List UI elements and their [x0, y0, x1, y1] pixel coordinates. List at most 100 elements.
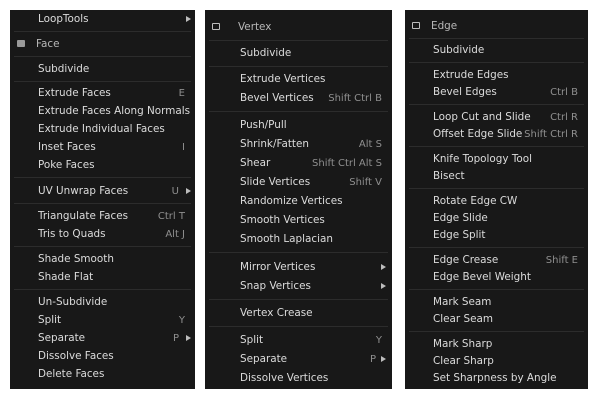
menu-item-label: Triangulate Faces [38, 210, 129, 222]
menu-item-bisect[interactable]: Bisect [405, 167, 588, 186]
vertex-menu-title: Vertex [238, 21, 272, 33]
submenu-arrow-icon [381, 264, 386, 270]
menu-item-offset-edge-slide[interactable]: Offset Edge Slide Shift Ctrl R [405, 125, 588, 144]
menu-item-separate[interactable]: Separate P [205, 350, 392, 369]
menu-item-set-sharpness-by-angle[interactable]: Set Sharpness by Angle [405, 369, 588, 388]
shortcut-label: P [369, 354, 376, 365]
menu-item-subdivide[interactable]: Subdivide [10, 60, 195, 79]
menu-item-label: Extrude Faces [38, 87, 111, 99]
menu-item-split[interactable]: Split Y [10, 311, 195, 330]
menu-item-snap-vertices[interactable]: Snap Vertices [205, 277, 392, 296]
shortcut-label: Shift Ctrl B [328, 93, 382, 104]
menu-item-label: Clear Seam [433, 313, 493, 325]
menu-item-subdivide[interactable]: Subdivide [405, 41, 588, 60]
edge-menu-panel: Edge Subdivide Extrude Edges Bevel Edges… [405, 10, 588, 389]
separator [209, 326, 388, 327]
menu-item-label: Bevel Edges [433, 86, 497, 98]
menu-item-label: Inset Faces [38, 141, 96, 153]
menu-item-label: Vertex Crease [240, 307, 313, 319]
shortcut-label: P [172, 333, 179, 344]
menu-item-extrude-faces[interactable]: Extrude Faces E [10, 84, 195, 103]
submenu-arrow-icon [186, 335, 191, 341]
shortcut-label: Ctrl B [550, 87, 578, 98]
menu-item-inset-faces[interactable]: Inset Faces I [10, 138, 195, 157]
menu-item-label: Extrude Vertices [240, 73, 326, 85]
face-menu-header: Face [10, 34, 195, 54]
menu-item-label: Smooth Laplacian [240, 233, 333, 245]
separator [14, 246, 191, 247]
menu-item-label: Extrude Individual Faces [38, 123, 165, 135]
menu-item-label: Set Sharpness by Angle [433, 372, 557, 384]
separator [14, 289, 191, 290]
menu-item-label: Edge Split [433, 229, 486, 241]
separator [209, 40, 388, 41]
menu-item-poke-faces[interactable]: Poke Faces [10, 156, 195, 175]
menu-item-label: Tris to Quads [38, 228, 106, 240]
shortcut-label: Shift V [349, 177, 382, 188]
menu-item-tris-to-quads[interactable]: Tris to Quads Alt J [10, 225, 195, 244]
menu-item-label: Delete Faces [38, 368, 105, 380]
submenu-arrow-icon [381, 356, 386, 362]
menu-item-uv-unwrap-faces[interactable]: UV Unwrap Faces U [10, 182, 195, 201]
menu-item-edge-bevel-weight[interactable]: Edge Bevel Weight [405, 268, 588, 287]
menu-item-extrude-faces-along-normals[interactable]: Extrude Faces Along Normals [10, 102, 195, 121]
shortcut-label: Y [375, 335, 382, 346]
vertex-menu-header: Vertex [205, 17, 392, 37]
menu-item-push-pull[interactable]: Push/Pull [205, 116, 392, 135]
separator [209, 111, 388, 112]
menu-item-label: Subdivide [433, 44, 485, 56]
menu-item-subdivide[interactable]: Subdivide [205, 44, 392, 63]
menu-item-mirror-vertices[interactable]: Mirror Vertices [205, 258, 392, 277]
menu-item-looptools[interactable]: LoopTools [10, 10, 195, 29]
menu-item-label: Subdivide [38, 63, 90, 75]
menu-item-label: Shade Smooth [38, 253, 114, 265]
menu-item-edge-split[interactable]: Edge Split [405, 226, 588, 245]
menu-item-label: Extrude Faces Along Normals [38, 105, 190, 117]
menu-item-extrude-individual-faces[interactable]: Extrude Individual Faces [10, 120, 195, 139]
separator [409, 146, 584, 147]
shortcut-label: E [178, 88, 185, 99]
separator [409, 62, 584, 63]
menu-item-label: Shrink/Fatten [240, 138, 309, 150]
menu-item-clear-seam[interactable]: Clear Seam [405, 310, 588, 329]
menu-item-randomize-vertices[interactable]: Randomize Vertices [205, 192, 392, 211]
menu-item-label: Push/Pull [240, 119, 287, 131]
menu-item-extrude-vertices[interactable]: Extrude Vertices [205, 70, 392, 89]
menu-item-dissolve-faces[interactable]: Dissolve Faces [10, 347, 195, 366]
menu-item-bevel-vertices[interactable]: Bevel Vertices Shift Ctrl B [205, 89, 392, 108]
menu-item-vertex-crease[interactable]: Vertex Crease [205, 304, 392, 323]
shortcut-label: Alt J [165, 229, 185, 240]
menu-item-split[interactable]: Split Y [205, 331, 392, 350]
face-mode-icon [17, 40, 25, 47]
menu-item-shade-flat[interactable]: Shade Flat [10, 268, 195, 287]
menu-item-smooth-vertices[interactable]: Smooth Vertices [205, 211, 392, 230]
menu-item-label: Shear [240, 157, 271, 169]
menu-item-separate[interactable]: Separate P [10, 329, 195, 348]
separator [209, 299, 388, 300]
shortcut-label: Alt S [358, 139, 382, 150]
separator [409, 247, 584, 248]
separator [14, 81, 191, 82]
menu-item-bevel-edges[interactable]: Bevel Edges Ctrl B [405, 83, 588, 102]
menu-item-shade-smooth[interactable]: Shade Smooth [10, 250, 195, 269]
menu-item-triangulate-faces[interactable]: Triangulate Faces Ctrl T [10, 207, 195, 226]
menu-item-smooth-laplacian[interactable]: Smooth Laplacian [205, 230, 392, 249]
menu-item-label: UV Unwrap Faces [38, 185, 129, 197]
menu-item-un-subdivide[interactable]: Un-Subdivide [10, 293, 195, 312]
separator [14, 56, 191, 57]
menu-item-delete-faces[interactable]: Delete Faces [10, 365, 195, 384]
menu-item-dissolve-vertices[interactable]: Dissolve Vertices [205, 369, 392, 388]
separator [409, 331, 584, 332]
shortcut-label: Shift Ctrl R [524, 129, 578, 140]
face-menu-panel: LoopTools Face Subdivide Extrude Faces E… [10, 10, 195, 389]
menu-item-label: LoopTools [38, 13, 89, 25]
menu-item-slide-vertices[interactable]: Slide Vertices Shift V [205, 173, 392, 192]
menu-item-label: Smooth Vertices [240, 214, 325, 226]
menu-item-label: Split [240, 334, 264, 346]
vertex-mode-icon [212, 23, 220, 30]
submenu-arrow-icon [186, 188, 191, 194]
menu-item-shrink-fatten[interactable]: Shrink/Fatten Alt S [205, 135, 392, 154]
menu-item-shear[interactable]: Shear Shift Ctrl Alt S [205, 154, 392, 173]
edge-menu-header: Edge [405, 16, 588, 36]
menu-item-label: Split [38, 314, 62, 326]
